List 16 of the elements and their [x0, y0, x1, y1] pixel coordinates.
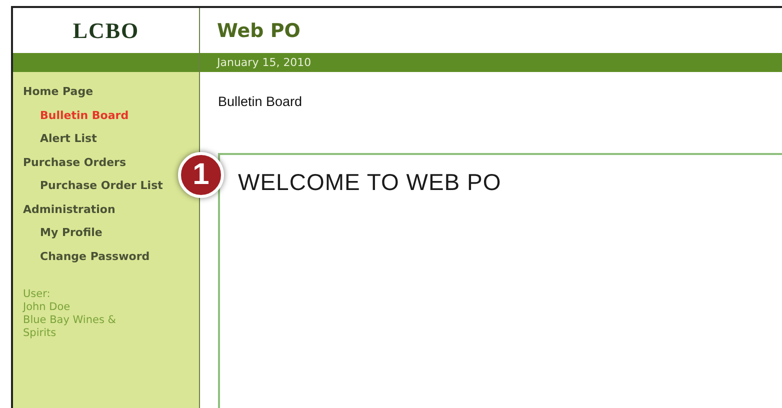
company-name: Blue Bay Wines & Spirits	[23, 314, 117, 340]
app-title: Web PO	[217, 20, 300, 42]
welcome-text: WELCOME TO WEB PO	[238, 169, 502, 195]
nav-link[interactable]: Alert List	[40, 131, 97, 154]
nav-link[interactable]: Bulletin Board	[40, 108, 129, 131]
page-heading: Bulletin Board	[218, 94, 304, 111]
user-name: John Doe	[23, 301, 70, 314]
nav-link[interactable]: Administration	[23, 202, 116, 225]
date-text: January 15, 2010	[217, 56, 312, 69]
user-label: User:	[23, 288, 50, 301]
nav-link[interactable]: Purchase Orders	[23, 154, 126, 178]
logo: LCBO	[72, 18, 140, 44]
nav-link[interactable]: Change Password	[40, 248, 150, 272]
nav-link[interactable]: My Profile	[40, 225, 102, 248]
nav-link[interactable]: Home Page	[23, 84, 94, 108]
nav-link[interactable]: Purchase Order List	[40, 178, 163, 202]
